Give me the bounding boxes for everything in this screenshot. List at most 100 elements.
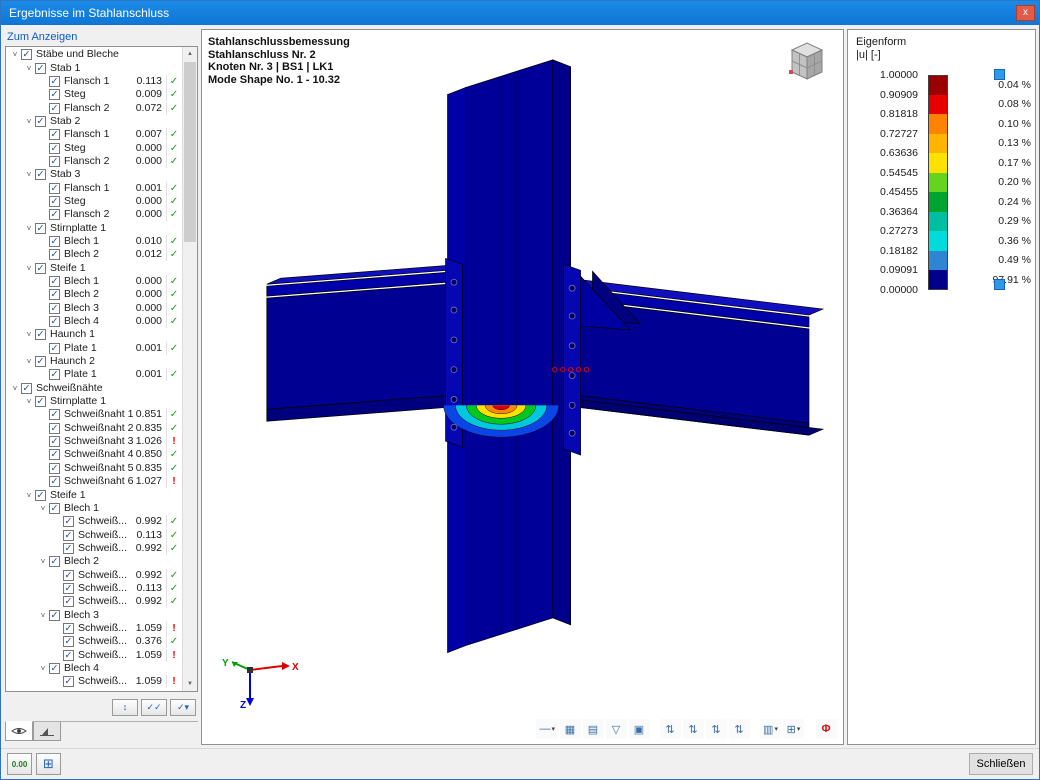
expander-icon[interactable]: ˅ bbox=[23, 489, 35, 502]
extremes-x-button[interactable]: ⇅ bbox=[660, 719, 681, 739]
checkbox[interactable]: ✓ bbox=[35, 490, 46, 501]
tree-row[interactable]: ˅ ✓ Steg 0.000 ✓ bbox=[7, 195, 181, 208]
tree-row[interactable]: ˅ ✓ Steg 0.000 ✓ bbox=[7, 141, 181, 154]
scroll-thumb[interactable] bbox=[184, 62, 196, 242]
extremes-all-button[interactable]: ⇅ bbox=[729, 719, 750, 739]
checkbox[interactable]: ✓ bbox=[49, 236, 60, 247]
tree-row[interactable]: ˅ ✓ Schweißnaht 4 0.850 ✓ bbox=[7, 448, 181, 461]
viewport-3d[interactable]: StahlanschlussbemessungStahlanschluss Nr… bbox=[201, 29, 844, 745]
print-graphic-button[interactable]: ▣ bbox=[629, 719, 650, 739]
checkbox[interactable]: ✓ bbox=[49, 423, 60, 434]
checkbox[interactable]: ✓ bbox=[49, 610, 60, 621]
check-all-results-button[interactable]: ✓✓ bbox=[141, 699, 167, 716]
expander-icon[interactable]: ˅ bbox=[9, 48, 21, 61]
tree-row[interactable]: ˅ ✓ Steg 0.009 ✓ bbox=[7, 88, 181, 101]
tree-row[interactable]: ˅ ✓ Schweiß... 1.059 ! bbox=[7, 648, 181, 661]
close-icon[interactable]: x bbox=[1016, 5, 1035, 21]
checkbox[interactable]: ✓ bbox=[49, 76, 60, 87]
tree-row[interactable]: ˅ ✓ Blech 1 0.000 ✓ bbox=[7, 275, 181, 288]
checkbox[interactable]: ✓ bbox=[63, 596, 74, 607]
tree-row[interactable]: ˅ ✓ Blech 2 0.000 ✓ bbox=[7, 288, 181, 301]
checkbox[interactable]: ✓ bbox=[63, 543, 74, 554]
tree-row[interactable]: ˅ ✓ Flansch 1 0.007 ✓ bbox=[7, 128, 181, 141]
checkbox[interactable]: ✓ bbox=[49, 303, 60, 314]
expander-icon[interactable]: ˅ bbox=[9, 382, 21, 395]
tree-row[interactable]: ˅ ✓ Schweiß... 0.376 ✓ bbox=[7, 635, 181, 648]
decimal-places-button[interactable]: 0.00 bbox=[7, 753, 32, 775]
checkbox[interactable]: ✓ bbox=[49, 156, 60, 167]
checkbox[interactable]: ✓ bbox=[49, 89, 60, 100]
panels-toggle-button[interactable]: ⊞ bbox=[36, 753, 61, 775]
result-table-button[interactable]: ▦ bbox=[560, 719, 581, 739]
checkbox[interactable]: ✓ bbox=[49, 369, 60, 380]
checkbox[interactable]: ✓ bbox=[49, 103, 60, 114]
tree-row[interactable]: ˅ ✓ Steife 1 bbox=[7, 262, 181, 275]
collapse-all-button[interactable]: ↕ bbox=[112, 699, 138, 716]
checkbox[interactable]: ✓ bbox=[63, 516, 74, 527]
tree-scrollbar[interactable]: ▲ ▼ bbox=[182, 47, 197, 691]
tree-row[interactable]: ˅ ✓ Stäbe und Bleche bbox=[7, 48, 181, 61]
tree-row[interactable]: ˅ ✓ Schweiß... 0.992 ✓ bbox=[7, 515, 181, 528]
tree-row[interactable]: ˅ ✓ Schweiß... 0.113 ✓ bbox=[7, 582, 181, 595]
tree-row[interactable]: ˅ ✓ Blech 2 0.012 ✓ bbox=[7, 248, 181, 261]
expander-icon[interactable]: ˅ bbox=[23, 62, 35, 75]
checkbox[interactable]: ✓ bbox=[49, 556, 60, 567]
legend-handle-top[interactable] bbox=[994, 69, 1005, 80]
checkbox[interactable]: ✓ bbox=[49, 436, 60, 447]
checkbox[interactable]: ✓ bbox=[49, 663, 60, 674]
tree-row[interactable]: ˅ ✓ Blech 3 bbox=[7, 608, 181, 621]
tree-row[interactable]: ˅ ✓ Schweiß... 0.992 ✓ bbox=[7, 542, 181, 555]
tree-row[interactable]: ˅ ✓ Haunch 1 bbox=[7, 328, 181, 341]
tree-row[interactable]: ˅ ✓ Flansch 1 0.113 ✓ bbox=[7, 75, 181, 88]
tree-row[interactable]: ˅ ✓ Stirnplatte 1 bbox=[7, 221, 181, 234]
checkbox[interactable]: ✓ bbox=[35, 329, 46, 340]
tree-row[interactable]: ˅ ✓ Stab 3 bbox=[7, 168, 181, 181]
checkbox[interactable]: ✓ bbox=[49, 289, 60, 300]
expander-icon[interactable]: ˅ bbox=[37, 662, 49, 675]
tree-row[interactable]: ˅ ✓ Schweiß... 1.059 ! bbox=[7, 675, 181, 688]
tree-row[interactable]: ˅ ✓ Stab 2 bbox=[7, 115, 181, 128]
tree-row[interactable]: ˅ ✓ Blech 4 bbox=[7, 662, 181, 675]
expander-icon[interactable]: ˅ bbox=[37, 555, 49, 568]
tree-row[interactable]: ˅ ✓ Flansch 2 0.072 ✓ bbox=[7, 101, 181, 114]
tree-row[interactable]: ˅ ✓ Schweißnaht 1 0.851 ✓ bbox=[7, 408, 181, 421]
tree-row[interactable]: ˅ ✓ Blech 3 0.000 ✓ bbox=[7, 302, 181, 315]
extremes-z-button[interactable]: ⇅ bbox=[706, 719, 727, 739]
tree-row[interactable]: ˅ ✓ Flansch 2 0.000 ✓ bbox=[7, 208, 181, 221]
close-dialog-button[interactable]: Schließen bbox=[969, 753, 1033, 775]
expander-icon[interactable]: ˅ bbox=[37, 502, 49, 515]
checkbox[interactable]: ✓ bbox=[63, 583, 74, 594]
expander-icon[interactable]: ˅ bbox=[23, 328, 35, 341]
checkbox[interactable]: ✓ bbox=[63, 650, 74, 661]
expander-icon[interactable]: ˅ bbox=[37, 609, 49, 622]
checkbox[interactable]: ✓ bbox=[35, 223, 46, 234]
tree-row[interactable]: ˅ ✓ Haunch 2 bbox=[7, 355, 181, 368]
tree-row[interactable]: ˅ ✓ Schweißnähte bbox=[7, 382, 181, 395]
tree-row[interactable]: ˅ ✓ Blech 2 bbox=[7, 555, 181, 568]
checkbox[interactable]: ✓ bbox=[63, 530, 74, 541]
result-values-button[interactable]: ▤ bbox=[583, 719, 604, 739]
checkbox[interactable]: ✓ bbox=[49, 449, 60, 460]
expander-icon[interactable]: ˅ bbox=[23, 115, 35, 128]
checkbox[interactable]: ✓ bbox=[35, 63, 46, 74]
expander-icon[interactable]: ˅ bbox=[23, 395, 35, 408]
checkbox[interactable]: ✓ bbox=[49, 343, 60, 354]
tree-row[interactable]: ˅ ✓ Schweiß... 0.992 ✓ bbox=[7, 568, 181, 581]
checkbox[interactable]: ✓ bbox=[63, 623, 74, 634]
expander-icon[interactable]: ˅ bbox=[23, 355, 35, 368]
visibility-dropdown[interactable]: ▥ ▾ bbox=[760, 719, 781, 739]
tab-welds[interactable] bbox=[33, 722, 61, 741]
extremes-y-button[interactable]: ⇅ bbox=[683, 719, 704, 739]
checkbox[interactable]: ✓ bbox=[63, 636, 74, 647]
checkbox[interactable]: ✓ bbox=[63, 676, 74, 687]
tree-row[interactable]: ˅ ✓ Stab 1 bbox=[7, 61, 181, 74]
checkbox[interactable]: ✓ bbox=[35, 356, 46, 367]
tree-row[interactable]: ˅ ✓ Schweiß... 0.113 ✓ bbox=[7, 528, 181, 541]
scroll-down-icon[interactable]: ▼ bbox=[183, 677, 197, 691]
tree-row[interactable]: ˅ ✓ Blech 1 bbox=[7, 502, 181, 515]
result-display-dropdown[interactable]: — ▾ bbox=[536, 719, 558, 739]
checkbox[interactable]: ✓ bbox=[49, 196, 60, 207]
expander-icon[interactable]: ˅ bbox=[23, 168, 35, 181]
filter-results-button[interactable]: ▽ bbox=[606, 719, 627, 739]
checkbox[interactable]: ✓ bbox=[49, 249, 60, 260]
